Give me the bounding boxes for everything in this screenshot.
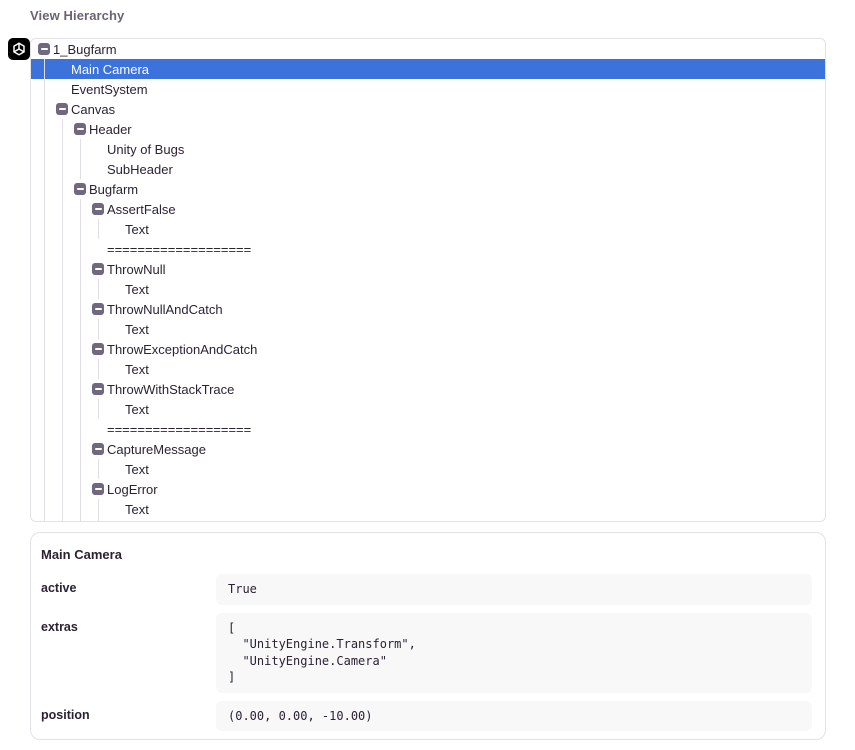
tree-node-capturemessage[interactable]: CaptureMessage — [31, 439, 825, 459]
indent-guide — [98, 359, 99, 379]
tree-node-separator[interactable]: =================== — [31, 419, 825, 439]
tree-node-unity-of-bugs[interactable]: Unity of Bugs — [31, 139, 825, 159]
tree-node-text[interactable]: Text — [31, 359, 825, 379]
collapse-icon[interactable] — [74, 123, 86, 135]
collapse-icon[interactable] — [92, 483, 104, 495]
tree-node-text[interactable]: Text — [31, 279, 825, 299]
collapse-icon[interactable] — [92, 443, 104, 455]
tree-node-label: Text — [125, 322, 149, 337]
tree-node-label: ThrowWithStackTrace — [107, 382, 234, 397]
tree-node-logerror[interactable]: LogError — [31, 479, 825, 499]
tree-node-label: ThrowExceptionAndCatch — [107, 342, 257, 357]
collapse-icon[interactable] — [74, 183, 86, 195]
indent-guide — [62, 119, 63, 521]
collapse-icon[interactable] — [92, 203, 104, 215]
indent-guide — [98, 319, 99, 339]
indent-guide — [98, 499, 99, 521]
collapse-icon[interactable] — [92, 383, 104, 395]
tree-node-label: Header — [89, 122, 132, 137]
tree-node-label: Text — [125, 222, 149, 237]
details-row-extras: extras [ "UnityEngine.Transform", "Unity… — [41, 613, 812, 693]
tree-node-label: =================== — [107, 242, 251, 257]
field-key: extras — [41, 613, 216, 634]
tree-node-bugfarm[interactable]: Bugfarm — [31, 179, 825, 199]
tree-node-thrownullandcatch[interactable]: ThrowNullAndCatch — [31, 299, 825, 319]
tree-node-label: SubHeader — [107, 162, 173, 177]
collapse-icon[interactable] — [92, 343, 104, 355]
collapse-icon[interactable] — [92, 263, 104, 275]
tree-node-label: EventSystem — [71, 82, 148, 97]
tree-node-throwexceptionandcatch[interactable]: ThrowExceptionAndCatch — [31, 339, 825, 359]
unity-cube-glyph — [11, 41, 27, 57]
field-key: active — [41, 574, 216, 595]
collapse-icon[interactable] — [56, 103, 68, 115]
field-value: [ "UnityEngine.Transform", "UnityEngine.… — [216, 613, 812, 693]
details-fields: active True extras [ "UnityEngine.Transf… — [31, 574, 825, 731]
tree-node-label: LogError — [107, 482, 158, 497]
indent-guide — [44, 59, 45, 521]
field-key: position — [41, 701, 216, 722]
tree-node-subheader[interactable]: SubHeader — [31, 159, 825, 179]
indent-guide — [80, 139, 81, 179]
tree-node-label: Text — [125, 402, 149, 417]
tree-node-label: ThrowNullAndCatch — [107, 302, 223, 317]
tree-node-text[interactable]: Text — [31, 399, 825, 419]
tree-node-main-camera[interactable]: Main Camera — [31, 59, 825, 79]
tree-node-thrownull[interactable]: ThrowNull — [31, 259, 825, 279]
tree-node-separator[interactable]: =================== — [31, 239, 825, 259]
tree-node-assertfalse[interactable]: AssertFalse — [31, 199, 825, 219]
field-value: True — [216, 574, 812, 605]
details-row-position: position (0.00, 0.00, -10.00) — [41, 701, 812, 732]
hierarchy-tree-panel: 1_Bugfarm Main Camera EventSystem Canvas… — [30, 38, 826, 522]
hierarchy-tree: 1_Bugfarm Main Camera EventSystem Canvas… — [31, 39, 825, 521]
tree-node-text[interactable]: Text — [31, 319, 825, 339]
tree-node-throwwithstacktrace[interactable]: ThrowWithStackTrace — [31, 379, 825, 399]
details-row-active: active True — [41, 574, 812, 605]
unity-logo-icon — [8, 38, 30, 60]
tree-node-label: Canvas — [71, 102, 115, 117]
tree-node-text[interactable]: Text — [31, 499, 825, 519]
tree-node-label: Text — [125, 462, 149, 477]
tree-node-header[interactable]: Header — [31, 119, 825, 139]
tree-node-label: CaptureMessage — [107, 442, 206, 457]
tree-node-canvas[interactable]: Canvas — [31, 99, 825, 119]
node-details-panel: Main Camera active True extras [ "UnityE… — [30, 532, 826, 740]
indent-guide — [98, 399, 99, 419]
tree-node-label: Text — [125, 502, 149, 517]
tree-node-eventsystem[interactable]: EventSystem — [31, 79, 825, 99]
collapse-icon[interactable] — [92, 303, 104, 315]
tree-node-label: 1_Bugfarm — [53, 42, 117, 57]
indent-guide — [80, 199, 81, 521]
tree-node-label: Main Camera — [71, 62, 149, 77]
tree-node-label: AssertFalse — [107, 202, 176, 217]
tree-node-label: Text — [125, 362, 149, 377]
indent-guide — [98, 219, 99, 239]
tree-node-label: Bugfarm — [89, 182, 138, 197]
indent-guide — [98, 279, 99, 299]
details-title: Main Camera — [41, 547, 812, 562]
field-value: (0.00, 0.00, -10.00) — [216, 701, 812, 732]
tree-node-label: ThrowNull — [107, 262, 166, 277]
page-title: View Hierarchy — [30, 8, 124, 23]
indent-guide — [98, 459, 99, 479]
tree-node-1-bugfarm[interactable]: 1_Bugfarm — [31, 39, 825, 59]
tree-node-label: =================== — [107, 422, 251, 437]
collapse-icon[interactable] — [38, 43, 50, 55]
tree-node-text[interactable]: Text — [31, 459, 825, 479]
tree-node-label: Unity of Bugs — [107, 142, 184, 157]
tree-node-label: Text — [125, 282, 149, 297]
tree-node-text[interactable]: Text — [31, 219, 825, 239]
